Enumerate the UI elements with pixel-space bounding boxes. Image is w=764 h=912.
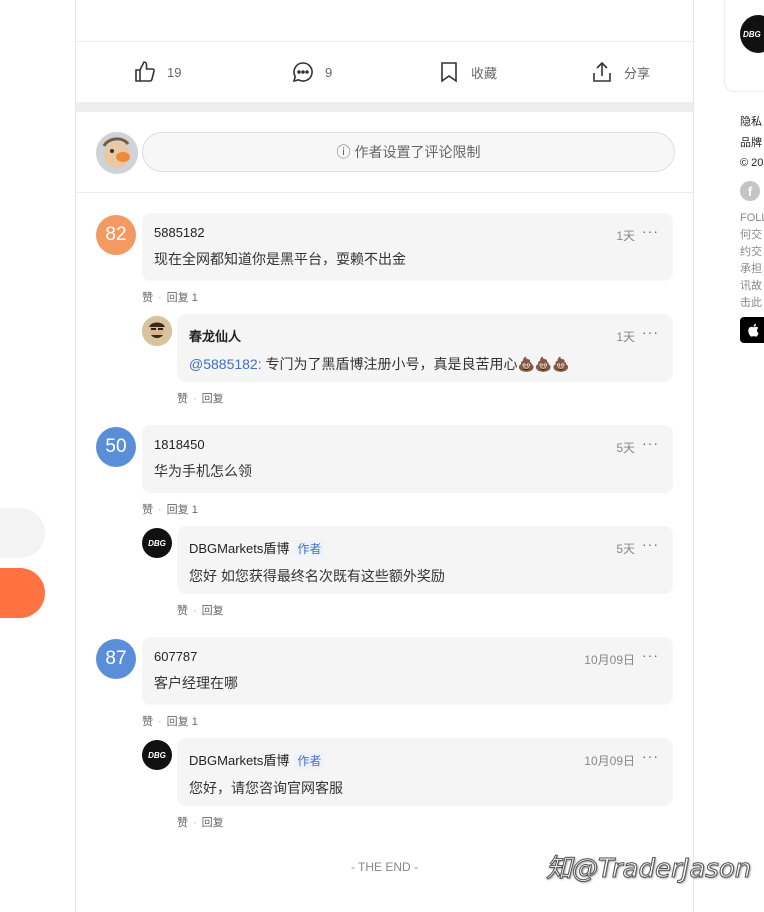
- like-link[interactable]: 赞: [177, 605, 188, 617]
- article-comments-column: 19 9 收藏 分享 ⓘ 作者设置了评论限制 82 5885182 现在全网都知…: [75, 0, 694, 912]
- sidebar-link-privacy[interactable]: 隐私: [740, 113, 762, 129]
- comment-meta: 赞 · 回复 1: [142, 292, 198, 304]
- reply-text: @5885182: 专门为了黑盾博注册小号，真是良苦用心💩💩💩: [189, 356, 570, 372]
- user-photo-icon: [142, 316, 172, 346]
- avatar[interactable]: 87: [96, 639, 136, 679]
- mention-link[interactable]: @5885182:: [189, 356, 262, 372]
- like-button[interactable]: 19: [133, 42, 181, 102]
- reply-link[interactable]: 回复: [202, 393, 224, 405]
- comment-text: 华为手机怎么领: [154, 463, 252, 479]
- reply-author[interactable]: DBGMarkets盾博: [189, 753, 289, 768]
- reply-text: 您好，请您咨询官网客服: [189, 780, 343, 796]
- share-button[interactable]: 分享: [590, 42, 650, 102]
- dbg-logo-avatar[interactable]: DBG: [142, 528, 172, 558]
- comment-text: 客户经理在哪: [154, 675, 238, 691]
- comment-time: 10月09日: [584, 653, 635, 667]
- section-divider: [76, 102, 693, 112]
- reply-bubble: DBGMarkets盾博 作者 您好，请您咨询官网客服 10月09日 ···: [177, 738, 673, 806]
- bookmark-label: 收藏: [471, 65, 498, 81]
- comment-meta: 赞 · 回复 1: [142, 716, 198, 728]
- reply-link[interactable]: 回复: [202, 605, 224, 617]
- apple-icon[interactable]: [740, 317, 764, 343]
- reply-link[interactable]: 回复 1: [167, 716, 198, 728]
- comment-restriction-notice: ⓘ 作者设置了评论限制: [142, 132, 675, 172]
- reply-author[interactable]: DBGMarkets盾博: [189, 541, 289, 556]
- comment-button[interactable]: 9: [291, 42, 332, 102]
- like-link[interactable]: 赞: [142, 504, 153, 516]
- restriction-text: 作者设置了评论限制: [354, 144, 481, 160]
- watermark-text: 知@TraderJason: [545, 854, 752, 885]
- left-panel-pill-gray[interactable]: [0, 508, 45, 558]
- reply-time: 1天: [616, 330, 635, 344]
- more-options-icon[interactable]: ···: [642, 435, 659, 451]
- comment-time: 1天: [616, 229, 635, 243]
- apple-logo-icon: [748, 323, 759, 337]
- current-user-avatar[interactable]: [96, 132, 138, 174]
- reply-author[interactable]: 春龙仙人: [189, 326, 661, 345]
- reply-link[interactable]: 回复 1: [167, 292, 198, 304]
- reply-avatar[interactable]: [142, 316, 172, 346]
- reply-text: 您好 如您获得最终名次既有这些额外奖励: [189, 568, 445, 584]
- comment-bubble: 607787 客户经理在哪 10月09日 ···: [142, 637, 673, 705]
- like-link[interactable]: 赞: [177, 393, 188, 405]
- left-panel-pill-orange[interactable]: [0, 568, 45, 618]
- reply-meta: 赞 · 回复: [177, 393, 224, 405]
- like-link[interactable]: 赞: [142, 716, 153, 728]
- comment-input-row: ⓘ 作者设置了评论限制: [76, 112, 693, 193]
- comment-author[interactable]: 5885182: [154, 225, 661, 240]
- share-label: 分享: [624, 65, 651, 81]
- info-icon: ⓘ: [336, 144, 351, 160]
- more-options-icon[interactable]: ···: [642, 223, 659, 239]
- sidebar-link-brand[interactable]: 品牌: [740, 134, 762, 150]
- reply-bubble: 春龙仙人 @5885182: 专门为了黑盾博注册小号，真是良苦用心💩💩💩 1天 …: [177, 314, 673, 382]
- comment-icon: [292, 62, 313, 83]
- reply-link[interactable]: 回复 1: [167, 504, 198, 516]
- comment-author[interactable]: 1818450: [154, 437, 661, 452]
- thumbs-up-icon: [135, 61, 155, 82]
- article-action-bar: 19 9 收藏 分享: [76, 42, 693, 102]
- more-options-icon[interactable]: ···: [642, 647, 659, 663]
- like-link[interactable]: 赞: [142, 292, 153, 304]
- author-badge: 作者: [294, 752, 325, 769]
- author-badge: 作者: [294, 540, 325, 557]
- avatar[interactable]: 50: [96, 427, 136, 467]
- reply-meta: 赞 · 回复: [177, 817, 224, 829]
- share-icon: [593, 61, 611, 82]
- sidebar-follow-text: FOLL 何交 约交 承担 讯故 击此: [740, 212, 764, 309]
- like-link[interactable]: 赞: [177, 817, 188, 829]
- reply-author-line: DBGMarkets盾博 作者: [189, 538, 661, 557]
- comment-bubble: 1818450 华为手机怎么领 5天 ···: [142, 425, 673, 493]
- bookmark-button[interactable]: 收藏: [437, 42, 497, 102]
- comment-time: 5天: [616, 441, 635, 455]
- facebook-icon[interactable]: f: [740, 181, 760, 201]
- dbg-logo-avatar[interactable]: DBG: [142, 740, 172, 770]
- more-options-icon[interactable]: ···: [642, 324, 659, 340]
- reply-link[interactable]: 回复: [202, 817, 224, 829]
- comment-count: 9: [325, 64, 333, 80]
- comment-text: 现在全网都知道你是黑平台，耍赖不出金: [154, 251, 406, 267]
- more-options-icon[interactable]: ···: [642, 536, 659, 552]
- reply-time: 10月09日: [584, 754, 635, 768]
- reply-meta: 赞 · 回复: [177, 605, 224, 617]
- reply-bubble: DBGMarkets盾博 作者 您好 如您获得最终名次既有这些额外奖励 5天 ··…: [177, 526, 673, 594]
- sidebar-copyright: © 20: [740, 157, 764, 169]
- bookmark-icon: [441, 62, 457, 83]
- more-options-icon[interactable]: ···: [642, 748, 659, 764]
- cartoon-avatar-icon: [96, 132, 138, 174]
- comment-bubble: 5885182 现在全网都知道你是黑平台，耍赖不出金 1天 ···: [142, 213, 673, 281]
- like-count: 19: [167, 64, 182, 80]
- avatar[interactable]: 82: [96, 215, 136, 255]
- comment-meta: 赞 · 回复 1: [142, 504, 198, 516]
- reply-time: 5天: [616, 542, 635, 556]
